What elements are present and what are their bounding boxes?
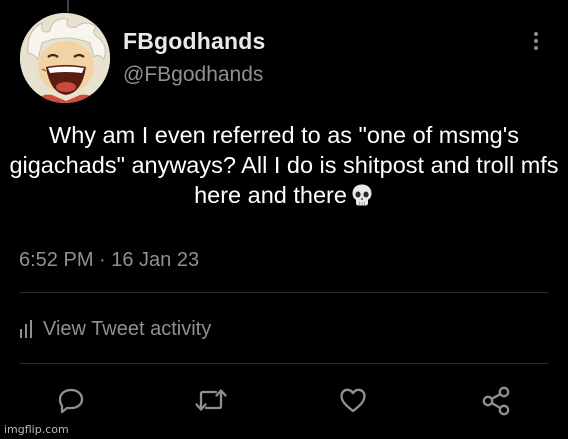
reply-icon[interactable] bbox=[55, 384, 89, 418]
avatar[interactable] bbox=[20, 13, 110, 103]
divider bbox=[19, 292, 549, 293]
like-icon[interactable] bbox=[337, 384, 371, 418]
imgflip-watermark: imgflip.com bbox=[4, 423, 69, 436]
tweet-body: Why am I even referred to as "one of msm… bbox=[9, 122, 559, 208]
thread-line bbox=[67, 0, 69, 12]
retweet-icon[interactable] bbox=[194, 384, 228, 418]
more-options-icon[interactable] bbox=[527, 27, 545, 55]
activity-label: View Tweet activity bbox=[43, 317, 212, 340]
tweet-timestamp[interactable]: 6:52 PM · 16 Jan 23 bbox=[19, 249, 199, 272]
view-tweet-activity-link[interactable]: View Tweet activity bbox=[19, 315, 211, 343]
divider bbox=[19, 363, 549, 364]
tweet-text: Why am I even referred to as "one of msm… bbox=[8, 120, 560, 214]
skull-icon bbox=[350, 183, 374, 214]
share-icon[interactable] bbox=[480, 384, 514, 418]
avatar-image bbox=[20, 13, 110, 103]
handle[interactable]: @FBgodhands bbox=[123, 63, 263, 87]
display-name[interactable]: FBgodhands bbox=[123, 28, 266, 55]
bar-chart-icon bbox=[20, 320, 32, 338]
